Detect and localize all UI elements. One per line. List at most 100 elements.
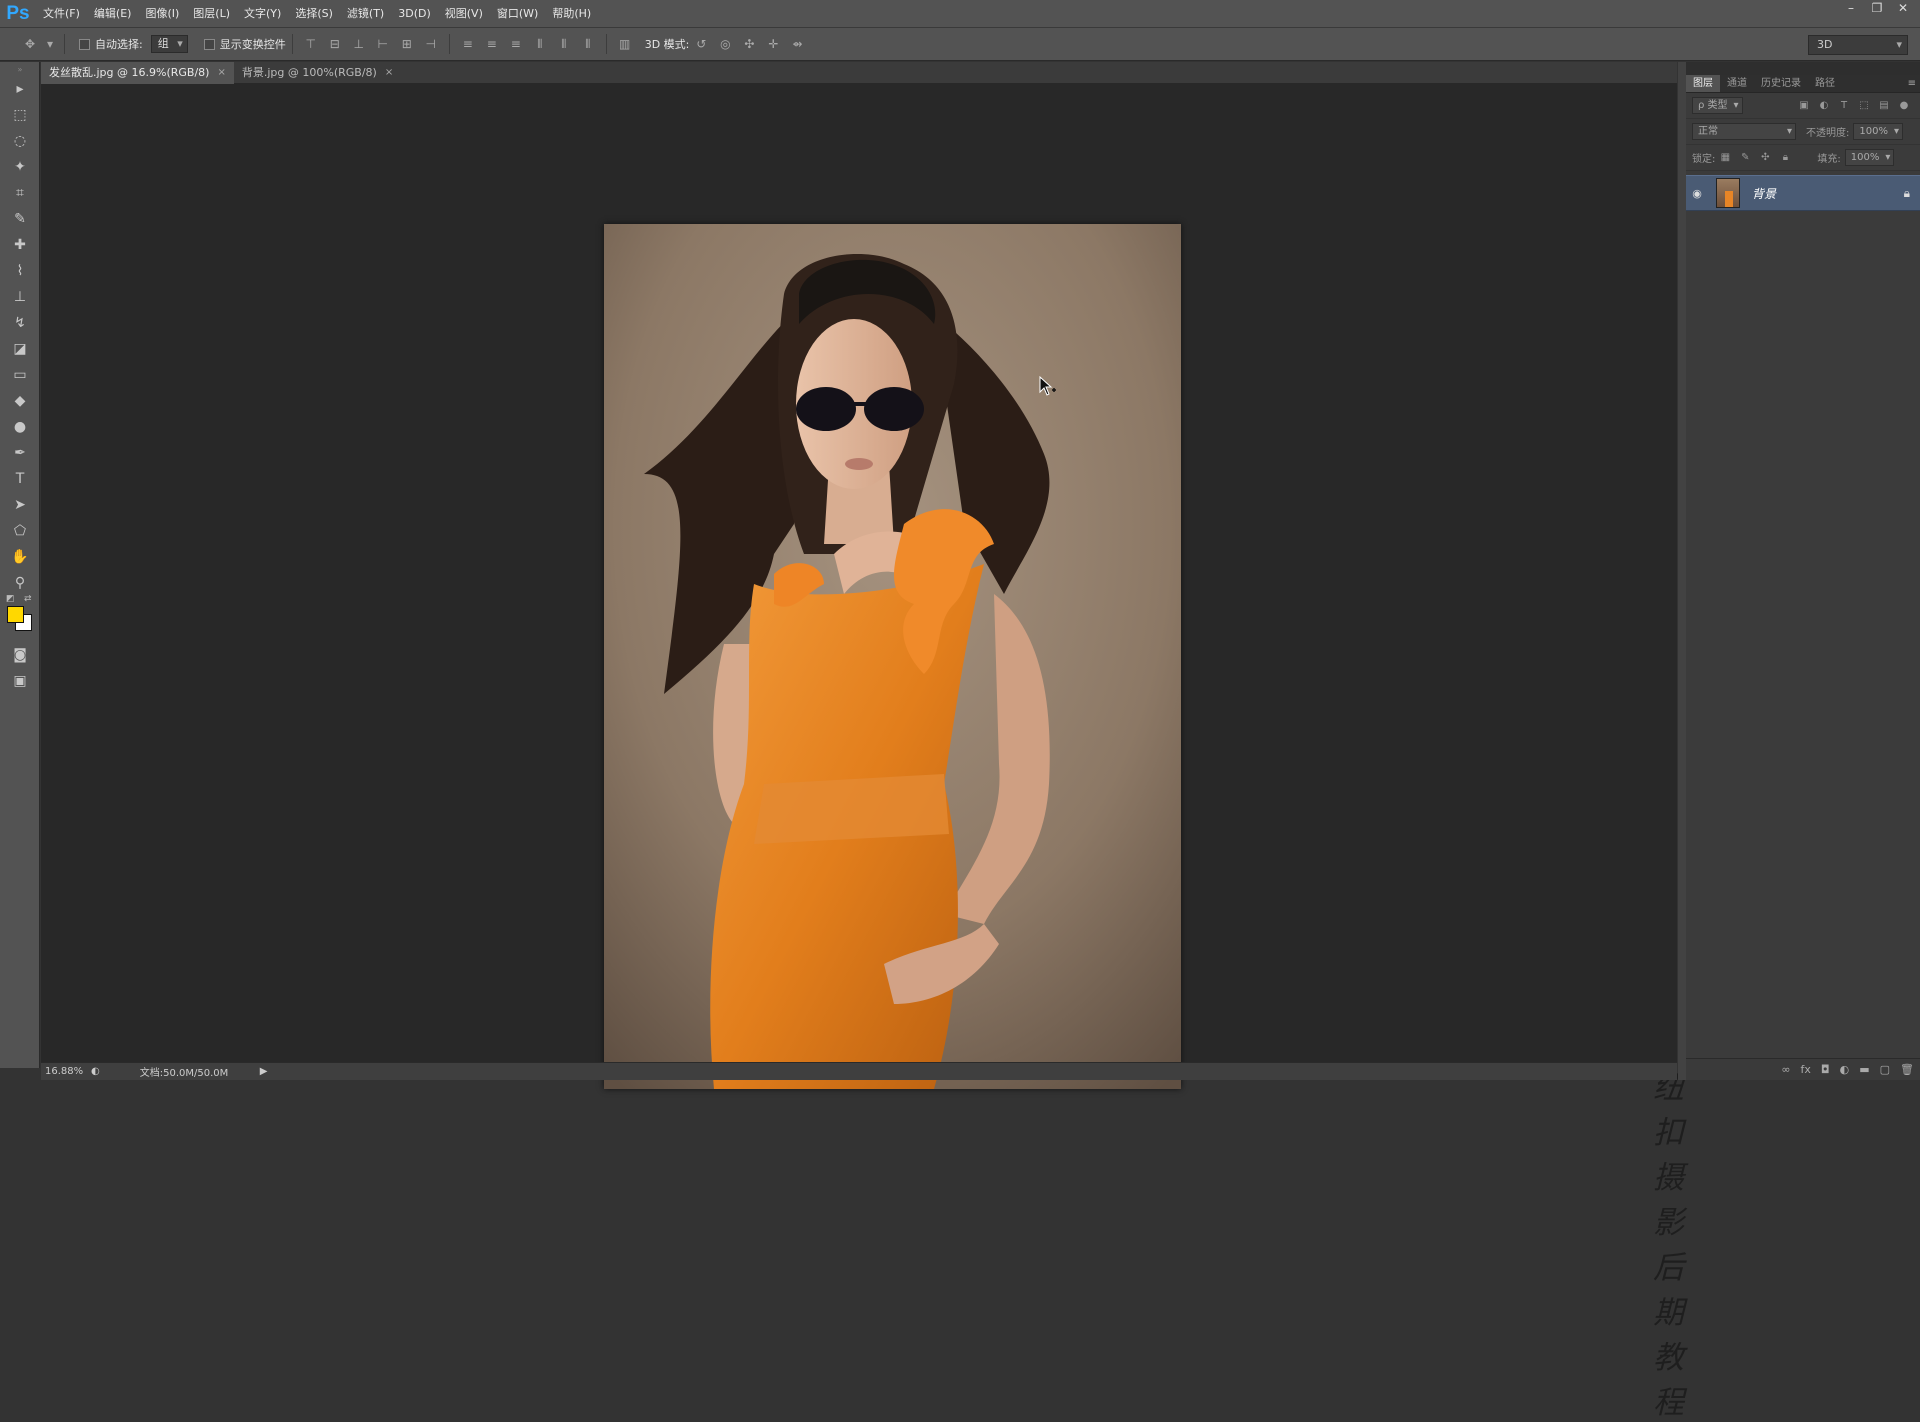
visibility-eye-icon[interactable]: ◉ — [1686, 187, 1708, 200]
eyedropper-tool-icon[interactable]: ✎ — [0, 206, 40, 232]
canvas-workspace[interactable]: 纽扣摄影后期教程 — [41, 84, 1684, 1421]
path-selection-tool-icon[interactable]: ➤ — [0, 492, 40, 518]
document-canvas-image[interactable] — [604, 224, 1181, 1089]
filter-shape-icon[interactable]: ⬚ — [1858, 100, 1870, 112]
healing-brush-tool-icon[interactable]: ✚ — [0, 232, 40, 258]
layer-name[interactable]: 背景 — [1752, 185, 1776, 202]
restore-button[interactable]: ❐ — [1864, 0, 1890, 18]
fill-input[interactable]: 100% — [1844, 149, 1895, 166]
default-colors-icon[interactable]: ◩ — [6, 594, 15, 604]
status-info-icon[interactable]: ◐ — [91, 1066, 100, 1077]
menu-edit[interactable]: 编辑(E) — [87, 0, 139, 27]
add-mask-icon[interactable]: ◘ — [1821, 1063, 1830, 1076]
workspace-dropdown[interactable]: 3D — [1808, 35, 1908, 55]
align-vcenter-icon[interactable]: ⊟ — [327, 37, 343, 51]
distribute-bottom-icon[interactable]: ≡ — [508, 37, 524, 51]
filter-adjustment-icon[interactable]: ◐ — [1818, 100, 1830, 112]
zoom-level[interactable]: 16.88% — [45, 1066, 91, 1077]
lock-all-icon[interactable]: 🔒︎ — [1779, 152, 1791, 164]
close-button[interactable]: ✕ — [1890, 0, 1916, 18]
panel-menu-icon[interactable]: ≡ — [1908, 75, 1916, 92]
3d-roll-icon[interactable]: ◎ — [717, 37, 733, 51]
new-layer-icon[interactable]: ▢ — [1880, 1063, 1890, 1076]
menu-filter[interactable]: 滤镜(T) — [340, 0, 391, 27]
auto-select-checkbox[interactable] — [79, 38, 90, 50]
lock-transparent-icon[interactable]: ▦ — [1719, 152, 1731, 164]
brush-tool-icon[interactable]: ⌇ — [0, 258, 40, 284]
hand-tool-icon[interactable]: ✋ — [0, 544, 40, 570]
screen-mode-icon[interactable]: ▣ — [0, 668, 40, 694]
new-group-icon[interactable]: ▬ — [1859, 1063, 1869, 1076]
adjustment-layer-icon[interactable]: ◐ — [1840, 1063, 1850, 1076]
auto-select-dropdown[interactable]: 组 — [150, 35, 188, 53]
delete-layer-icon[interactable]: 🗑︎ — [1900, 1063, 1914, 1076]
tab-history[interactable]: 历史记录 — [1754, 75, 1808, 92]
type-tool-icon[interactable]: T — [0, 466, 40, 492]
lasso-tool-icon[interactable]: ◌ — [0, 128, 40, 154]
distribute-vcenter-icon[interactable]: ≡ — [484, 37, 500, 51]
foreground-color-swatch[interactable] — [7, 606, 24, 623]
menu-3d[interactable]: 3D(D) — [391, 0, 438, 27]
layer-filter-dropdown[interactable]: ρ 类型 — [1692, 97, 1743, 114]
filter-toggle-icon[interactable]: ● — [1898, 100, 1910, 112]
history-brush-tool-icon[interactable]: ↯ — [0, 310, 40, 336]
link-layers-icon[interactable]: ∞ — [1781, 1063, 1790, 1076]
layer-style-icon[interactable]: fx — [1801, 1063, 1811, 1076]
align-top-icon[interactable]: ⊤ — [303, 37, 319, 51]
filter-pixel-icon[interactable]: ▣ — [1798, 100, 1810, 112]
menu-view[interactable]: 视图(V) — [438, 0, 490, 27]
layer-row-background[interactable]: ◉ 背景 🔒︎ — [1686, 175, 1920, 211]
minimize-button[interactable]: – — [1838, 0, 1864, 18]
move-tool-preset-icon[interactable]: ✥ — [22, 37, 38, 51]
menu-file[interactable]: 文件(F) — [36, 0, 87, 27]
distribute-hcenter-icon[interactable]: ⦀ — [556, 37, 572, 51]
tab-paths[interactable]: 路径 — [1808, 75, 1842, 92]
pen-tool-icon[interactable]: ✒ — [0, 440, 40, 466]
align-left-icon[interactable]: ⊢ — [375, 37, 391, 51]
menu-layer[interactable]: 图层(L) — [186, 0, 237, 27]
distribute-top-icon[interactable]: ≡ — [460, 37, 476, 51]
lock-position-icon[interactable]: ✣ — [1759, 152, 1771, 164]
menu-type[interactable]: 文字(Y) — [237, 0, 288, 27]
tab-close-icon[interactable]: × — [385, 62, 393, 84]
move-tool-icon[interactable]: ▸ — [0, 76, 40, 102]
quick-mask-icon[interactable]: ◙ — [0, 642, 40, 668]
distribute-right-icon[interactable]: ⦀ — [580, 37, 596, 51]
magic-wand-tool-icon[interactable]: ✦ — [0, 154, 40, 180]
tab-close-icon[interactable]: × — [217, 62, 225, 84]
tab-channels[interactable]: 通道 — [1720, 75, 1754, 92]
filter-smart-object-icon[interactable]: ▤ — [1878, 100, 1890, 112]
tab-layers[interactable]: 图层 — [1686, 75, 1720, 92]
blend-mode-dropdown[interactable]: 正常 — [1692, 123, 1796, 140]
3d-scale-icon[interactable]: ⇴ — [789, 37, 805, 51]
3d-slide-icon[interactable]: ✛ — [765, 37, 781, 51]
shape-tool-icon[interactable]: ⬠ — [0, 518, 40, 544]
eraser-tool-icon[interactable]: ◪ — [0, 336, 40, 362]
auto-align-icon[interactable]: ▥ — [617, 37, 633, 51]
opacity-input[interactable]: 100% — [1853, 123, 1903, 140]
clone-stamp-tool-icon[interactable]: ⊥ — [0, 284, 40, 310]
menu-help[interactable]: 帮助(H) — [545, 0, 598, 27]
tab-document-1[interactable]: 发丝散乱.jpg @ 16.9%(RGB/8) × — [41, 62, 234, 84]
dodge-tool-icon[interactable]: ● — [0, 414, 40, 440]
menu-select[interactable]: 选择(S) — [288, 0, 340, 27]
align-hcenter-icon[interactable]: ⊞ — [399, 37, 415, 51]
show-transform-checkbox[interactable] — [203, 38, 215, 50]
align-bottom-icon[interactable]: ⊥ — [351, 37, 367, 51]
filter-type-icon[interactable]: T — [1838, 100, 1850, 112]
tab-document-2[interactable]: 背景.jpg @ 100%(RGB/8) × — [234, 62, 401, 84]
zoom-tool-icon[interactable]: ⚲ — [0, 570, 40, 596]
swap-colors-icon[interactable]: ⇄ — [24, 594, 32, 604]
lock-pixels-icon[interactable]: ✎ — [1739, 152, 1751, 164]
blur-tool-icon[interactable]: ◆ — [0, 388, 40, 414]
menu-window[interactable]: 窗口(W) — [490, 0, 545, 27]
3d-rotate-icon[interactable]: ↺ — [693, 37, 709, 51]
menu-image[interactable]: 图像(I) — [138, 0, 186, 27]
align-right-icon[interactable]: ⊣ — [423, 37, 439, 51]
distribute-left-icon[interactable]: ⦀ — [532, 37, 548, 51]
3d-drag-icon[interactable]: ✣ — [741, 37, 757, 51]
status-menu-arrow[interactable]: ▶ — [260, 1066, 268, 1077]
panel-grip-icon[interactable]: » — [0, 62, 40, 76]
chevron-down-icon[interactable]: ▾ — [46, 37, 54, 51]
crop-tool-icon[interactable]: ⌗ — [0, 180, 40, 206]
